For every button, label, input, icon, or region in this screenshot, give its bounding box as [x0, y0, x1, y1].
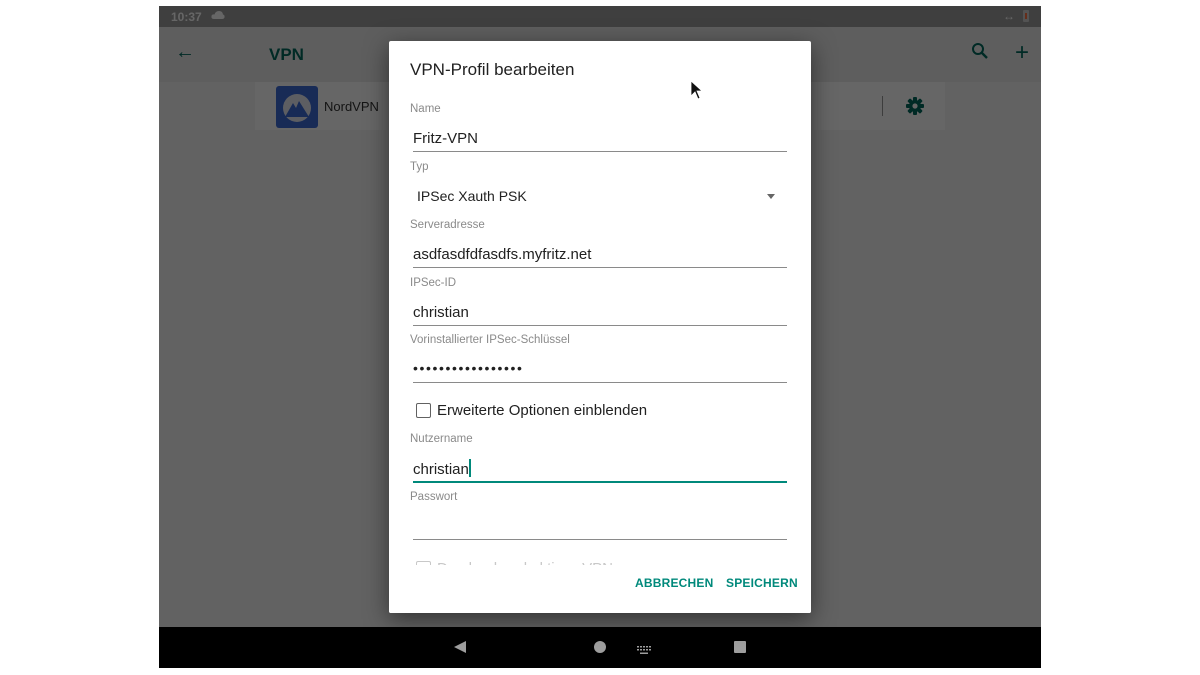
save-button[interactable]: SPEICHERN [726, 576, 798, 590]
password-label: Passwort [410, 491, 458, 503]
navigation-bar [159, 627, 1041, 668]
psk-underline [413, 382, 787, 383]
edit-vpn-profile-dialog: VPN-Profil bearbeiten Name Fritz-VPN Typ… [389, 41, 811, 613]
nav-home-icon[interactable] [593, 640, 607, 659]
mouse-pointer-icon [690, 80, 704, 105]
text-cursor [468, 459, 471, 477]
nav-back-icon[interactable] [453, 640, 467, 659]
name-input-underline [413, 151, 787, 152]
type-label: Typ [410, 161, 429, 173]
dialog-title: VPN-Profil bearbeiten [410, 60, 575, 79]
dropdown-arrow-icon[interactable] [767, 194, 775, 199]
dialog-actions: ABBRECHEN SPEICHERN [389, 565, 811, 613]
username-input[interactable]: christian [413, 459, 471, 478]
keyboard-icon[interactable] [636, 642, 652, 660]
server-input-underline [413, 267, 787, 268]
password-underline [413, 539, 787, 540]
ipsec-id-input[interactable]: christian [413, 304, 469, 321]
advanced-options-checkbox[interactable] [416, 403, 431, 418]
ipsec-id-underline [413, 325, 787, 326]
cancel-button[interactable]: ABBRECHEN [635, 576, 713, 590]
server-address-input[interactable]: asdfasdfdfasdfs.myfritz.net [413, 246, 591, 263]
psk-input[interactable]: ••••••••••••••••• [413, 360, 524, 376]
server-label: Serveradresse [410, 219, 485, 231]
name-input[interactable]: Fritz-VPN [413, 130, 478, 147]
psk-label: Vorinstallierter IPSec-Schlüssel [410, 334, 570, 346]
advanced-options-label[interactable]: Erweiterte Optionen einblenden [437, 402, 647, 419]
nav-recents-icon[interactable] [733, 640, 747, 659]
username-label: Nutzername [410, 433, 473, 445]
username-value: christian [413, 461, 469, 478]
username-underline-focused [413, 481, 787, 483]
type-select[interactable]: IPSec Xauth PSK [417, 188, 527, 204]
ipsec-id-label: IPSec-ID [410, 277, 457, 289]
name-label: Name [410, 103, 441, 115]
